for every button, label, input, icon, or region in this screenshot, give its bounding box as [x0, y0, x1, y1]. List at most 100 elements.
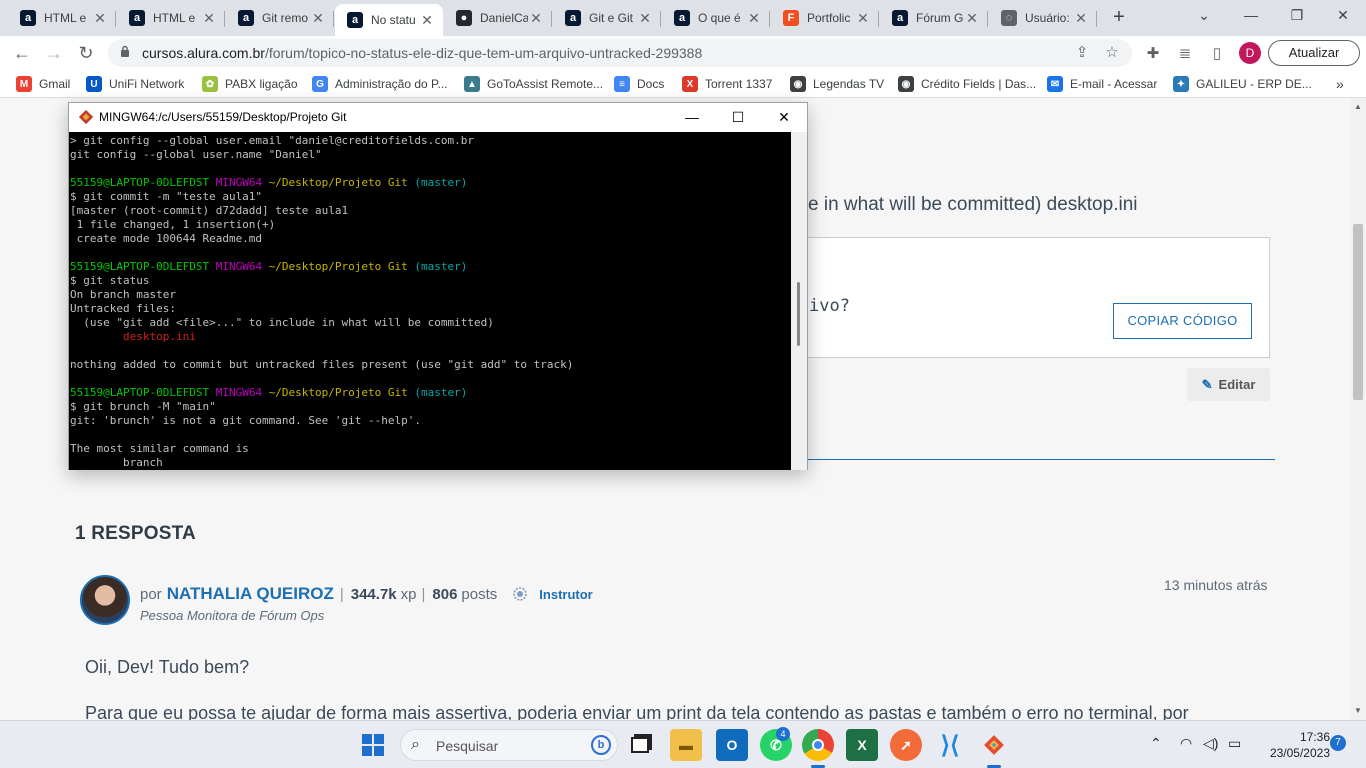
- browser-tab[interactable]: a O que é ✕: [662, 4, 770, 32]
- tab-close-icon[interactable]: ✕: [201, 10, 217, 27]
- browser-tab[interactable]: a HTML e ✕: [117, 4, 225, 32]
- tab-search-chevron-icon[interactable]: ⌄: [1181, 0, 1227, 30]
- back-button[interactable]: ←: [10, 41, 34, 65]
- tab-title: No statu: [371, 13, 416, 27]
- task-view-icon[interactable]: [624, 729, 656, 761]
- tray-chevron-icon[interactable]: ⌃: [1150, 735, 1162, 752]
- outlook-icon[interactable]: O: [716, 729, 748, 761]
- terminal-text: $ git brunch -M "main": [70, 400, 216, 413]
- minimize-button[interactable]: —: [1228, 0, 1274, 30]
- terminal-scrollbar[interactable]: [791, 132, 807, 470]
- start-button[interactable]: [357, 729, 389, 761]
- tab-close-icon[interactable]: ✕: [855, 10, 871, 27]
- close-window-button[interactable]: ✕: [1320, 0, 1366, 30]
- scroll-down-arrow-icon[interactable]: ▼: [1354, 706, 1362, 715]
- edit-button[interactable]: ✎ Editar: [1187, 368, 1270, 401]
- tab-separator: [660, 11, 661, 27]
- terminal-minimize-button[interactable]: —: [669, 103, 715, 132]
- terminal-output[interactable]: > git config --global user.email "daniel…: [69, 132, 791, 470]
- bookmark-item[interactable]: X Torrent 1337: [682, 76, 772, 92]
- tab-close-icon[interactable]: ✕: [964, 10, 980, 27]
- file-explorer-icon[interactable]: ▬: [670, 729, 702, 761]
- tab-close-icon[interactable]: ✕: [310, 10, 326, 27]
- wifi-icon[interactable]: ◠: [1180, 735, 1192, 752]
- clock-date: 23/05/2023: [1269, 746, 1330, 760]
- browser-tab[interactable]: ● DanielCa ✕: [444, 4, 552, 32]
- address-bar[interactable]: cursos.alura.com.br/forum/topico-no-stat…: [108, 39, 1132, 67]
- page-scrollbar[interactable]: ▲ ▼: [1350, 98, 1366, 720]
- profile-avatar[interactable]: D: [1239, 42, 1261, 64]
- restore-button[interactable]: ❐: [1274, 0, 1320, 30]
- terminal-text: > git config --global user.email "daniel…: [70, 134, 474, 147]
- browser-tab[interactable]: a Fórum G ✕: [880, 4, 988, 32]
- terminal-scroll-thumb[interactable]: [797, 282, 800, 346]
- tab-close-icon[interactable]: ✕: [92, 10, 108, 27]
- media-queue-icon[interactable]: ≣: [1175, 44, 1195, 64]
- tab-close-icon[interactable]: ✕: [746, 10, 762, 27]
- browser-tab[interactable]: F Portfolic ✕: [771, 4, 879, 32]
- globe-icon: ◉: [790, 76, 806, 92]
- more-bookmarks-chevron-icon[interactable]: »: [1336, 76, 1344, 92]
- terminal-text: (master): [407, 386, 468, 399]
- chrome-icon[interactable]: [802, 729, 834, 761]
- bookmark-item[interactable]: ◉ Crédito Fields | Das...: [898, 76, 1036, 92]
- terminal-text: 1 file changed, 1 insertion(+): [70, 218, 276, 231]
- excel-icon[interactable]: X: [846, 729, 878, 761]
- author-name-link[interactable]: NATHALIA QUEIROZ: [167, 584, 334, 604]
- reload-button[interactable]: ↻: [74, 41, 98, 65]
- terminal-line: git: 'brunch' is not a git command. See …: [70, 414, 791, 428]
- copy-code-button[interactable]: COPIAR CÓDIGO: [1113, 303, 1252, 339]
- gotoassist-icon: ▲: [464, 76, 480, 92]
- terminal-maximize-button[interactable]: ☐: [715, 103, 761, 132]
- bookmark-item[interactable]: M Gmail: [16, 76, 70, 92]
- notification-badge[interactable]: 7: [1330, 735, 1346, 751]
- author-posts: 806: [432, 585, 458, 603]
- taskbar-search[interactable]: ⌕ Pesquisar b: [400, 729, 618, 761]
- volume-icon[interactable]: ◁): [1203, 735, 1218, 752]
- bookmark-item[interactable]: ≡ Docs: [614, 76, 664, 92]
- extensions-icon[interactable]: ✚: [1143, 44, 1163, 64]
- git-bash-taskbar-icon[interactable]: [978, 729, 1010, 761]
- tab-close-icon[interactable]: ✕: [1073, 10, 1089, 27]
- scroll-thumb[interactable]: [1353, 224, 1363, 400]
- code-block: ivo? COPIAR CÓDIGO: [770, 237, 1270, 358]
- new-tab-button[interactable]: +: [1108, 6, 1130, 28]
- bookmark-item[interactable]: U UniFi Network: [86, 76, 184, 92]
- browser-tab[interactable]: a Git e Git ✕: [553, 4, 661, 32]
- author-avatar[interactable]: [80, 575, 130, 625]
- tab-title: HTML e: [44, 11, 87, 25]
- side-panel-icon[interactable]: ▯: [1207, 44, 1227, 64]
- tab-close-icon[interactable]: ✕: [637, 10, 653, 27]
- search-icon: ⌕: [411, 736, 420, 753]
- url-text[interactable]: cursos.alura.com.br/forum/topico-no-stat…: [142, 45, 702, 61]
- bookmark-item[interactable]: G Administração do P...: [312, 76, 448, 92]
- bookmark-star-icon[interactable]: ☆: [1102, 43, 1122, 63]
- terminal-text: create mode 100644 Readme.md: [70, 232, 263, 245]
- browser-tab[interactable]: ◌ Usuário: ✕: [989, 4, 1097, 32]
- terminal-close-button[interactable]: ✕: [761, 103, 807, 132]
- bookmark-item[interactable]: ✉ E-mail - Acessar: [1047, 76, 1157, 92]
- browser-tab[interactable]: a HTML e ✕: [8, 4, 116, 32]
- vscode-icon[interactable]: ⟩⟨: [934, 729, 966, 761]
- lock-icon[interactable]: [120, 45, 130, 58]
- browser-tab[interactable]: a No statu ✕: [335, 4, 443, 36]
- bookmark-item[interactable]: ▲ GoToAssist Remote...: [464, 76, 603, 92]
- bing-icon[interactable]: b: [591, 735, 611, 755]
- browser-tab[interactable]: a Git remo ✕: [226, 4, 334, 32]
- tab-close-icon[interactable]: ✕: [419, 12, 435, 29]
- postman-icon[interactable]: ➚: [890, 729, 922, 761]
- bookmark-item[interactable]: ◉ Legendas TV: [790, 76, 884, 92]
- bookmark-item[interactable]: ✦ GALILEU - ERP DE...: [1173, 76, 1312, 92]
- terminal-line: $ git brunch -M "main": [70, 400, 791, 414]
- bookmark-item[interactable]: ✿ PABX ligação: [202, 76, 298, 92]
- scroll-up-arrow-icon[interactable]: ▲: [1354, 102, 1362, 111]
- update-button[interactable]: Atualizar: [1268, 40, 1360, 66]
- git-bash-titlebar[interactable]: MINGW64:/c/Users/55159/Desktop/Projeto G…: [69, 103, 807, 132]
- share-icon[interactable]: ⇪: [1072, 43, 1092, 63]
- instructor-badge-icon: [513, 587, 528, 601]
- system-clock[interactable]: 17:36 23/05/2023: [1250, 729, 1330, 761]
- forward-button[interactable]: →: [42, 41, 66, 65]
- battery-icon[interactable]: ▭: [1228, 735, 1241, 752]
- alura-icon: a: [892, 10, 908, 26]
- tab-close-icon[interactable]: ✕: [528, 10, 544, 27]
